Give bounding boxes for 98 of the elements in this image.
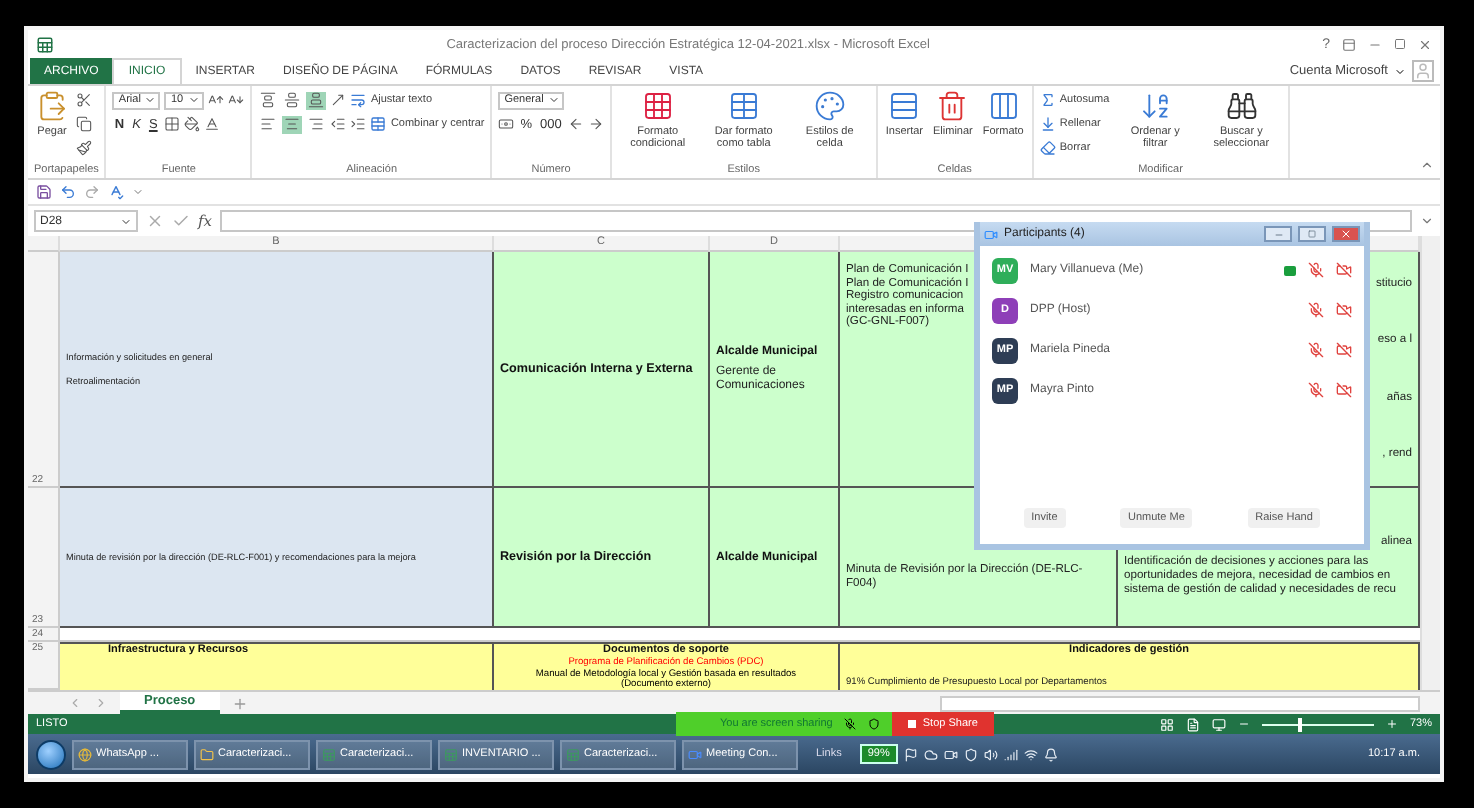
spellcheck-icon[interactable] (108, 184, 124, 200)
toggle-button[interactable] (306, 115, 327, 133)
merge-cells-icon (370, 116, 387, 132)
paint-bucket-icon[interactable] (183, 116, 200, 132)
table-icon (727, 90, 760, 122)
grid-icon (641, 90, 674, 122)
caret-icon[interactable] (1420, 214, 1434, 228)
spreadsheet-app-icon (36, 35, 54, 53)
toggle-button[interactable] (282, 115, 303, 133)
align-top-icon (260, 92, 277, 108)
close-button[interactable] (1332, 226, 1360, 242)
spreadsheet-icon (322, 747, 336, 761)
video-off-icon[interactable] (1336, 302, 1352, 318)
font-shrink-icon[interactable] (228, 92, 245, 108)
undo-icon[interactable] (60, 184, 76, 200)
caret-icon[interactable] (188, 94, 201, 106)
page-icon[interactable] (1185, 717, 1200, 731)
video-off-icon[interactable] (1336, 262, 1352, 278)
spreadsheet-icon (444, 747, 458, 761)
text-orientation-icon[interactable] (330, 92, 347, 108)
stop-icon (908, 720, 917, 728)
speaker-icon[interactable] (983, 747, 998, 761)
palette-icon (813, 90, 846, 122)
start-button[interactable] (36, 739, 66, 769)
ribbon-options-icon[interactable] (1342, 37, 1356, 51)
zoom-out-icon[interactable] (1237, 718, 1250, 730)
arrow-left-icon[interactable] (567, 116, 584, 132)
caret-icon[interactable] (144, 94, 157, 106)
indent-increase-icon[interactable] (350, 116, 367, 132)
muted-mic-icon[interactable] (1308, 342, 1324, 358)
toggle-button[interactable] (258, 91, 279, 109)
video-off-icon[interactable] (1336, 382, 1352, 398)
binoculars-icon (1225, 90, 1258, 122)
redo-icon[interactable] (84, 184, 100, 200)
maximize-icon (1308, 230, 1316, 238)
scissors-icon[interactable] (76, 92, 92, 108)
signal-icon[interactable] (1003, 747, 1018, 761)
close-icon[interactable] (1418, 37, 1432, 51)
monitor-icon[interactable] (1211, 717, 1226, 731)
video-camera-icon (984, 227, 998, 241)
arrow-right-icon[interactable] (587, 116, 604, 132)
grid-view-icon[interactable] (1159, 717, 1174, 731)
caret-icon[interactable] (1394, 65, 1406, 77)
align-right-icon (308, 116, 325, 132)
sort-icon (1139, 90, 1172, 122)
save-icon[interactable] (36, 184, 52, 200)
align-bottom-icon (308, 92, 325, 108)
check-icon[interactable] (172, 212, 190, 230)
flag-icon[interactable] (903, 747, 918, 761)
close-icon (1340, 228, 1352, 240)
toggle-button[interactable] (258, 115, 279, 133)
font-color-icon[interactable] (203, 116, 220, 132)
eraser-icon (1039, 140, 1056, 156)
minimize-icon (1273, 229, 1283, 239)
cloud-icon[interactable] (923, 747, 938, 761)
wifi-icon[interactable] (1023, 747, 1038, 761)
bell-icon[interactable] (1043, 747, 1058, 761)
muted-mic-icon[interactable] (1308, 382, 1324, 398)
rows-icon (888, 90, 921, 122)
maximize-button[interactable] (1298, 226, 1326, 242)
caret-icon[interactable] (120, 215, 132, 227)
cancel-icon[interactable] (146, 212, 164, 230)
maximize-icon[interactable] (1394, 38, 1406, 50)
collapse-icon[interactable] (1420, 158, 1434, 172)
video-off-icon[interactable] (1336, 342, 1352, 358)
minimize-button[interactable] (1264, 226, 1292, 242)
align-left-icon (260, 116, 277, 132)
borders-icon[interactable] (163, 116, 180, 132)
muted-mic-icon[interactable] (1308, 302, 1324, 318)
globe-icon (78, 747, 92, 761)
zoom-in-icon[interactable] (1385, 718, 1398, 730)
vertical-scrollbar[interactable] (1420, 236, 1440, 690)
muted-mic-icon[interactable] (1308, 262, 1324, 278)
video-camera-icon[interactable] (943, 747, 958, 761)
paintbrush-icon[interactable] (76, 140, 92, 156)
clipboard-icon (36, 90, 68, 122)
font-grow-icon[interactable] (208, 92, 225, 108)
copy-icon[interactable] (76, 116, 92, 132)
spreadsheet-icon (566, 747, 580, 761)
video-camera-icon (688, 747, 702, 761)
toggle-button[interactable] (282, 91, 303, 109)
fill-down-icon (1039, 116, 1056, 132)
sigma-icon (1039, 92, 1056, 108)
folder-icon (200, 747, 214, 761)
indent-decrease-icon[interactable] (330, 116, 347, 132)
align-center-icon (284, 116, 301, 132)
columns-icon (987, 90, 1020, 122)
user-icon (1414, 62, 1432, 80)
horizontal-scrollbar[interactable] (940, 695, 1420, 711)
banknote-icon[interactable] (498, 116, 515, 132)
zoom-slider-thumb[interactable] (1298, 717, 1303, 731)
caret-icon[interactable] (547, 94, 560, 106)
shield-icon[interactable] (868, 718, 881, 730)
align-middle-icon (284, 92, 301, 108)
toggle-button[interactable] (306, 91, 327, 109)
muted-mic-icon[interactable] (844, 718, 857, 730)
trash-icon (936, 90, 969, 122)
wrap-text-icon (350, 92, 367, 108)
